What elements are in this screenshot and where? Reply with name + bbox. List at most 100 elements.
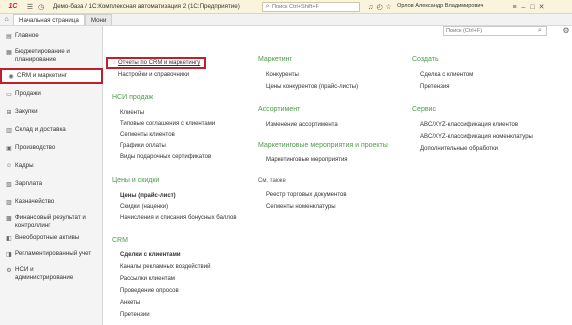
sidebar-item-salary[interactable]: ▧ Зарплата	[0, 180, 103, 188]
home-icon[interactable]: ⌂	[2, 15, 11, 24]
link-mailings[interactable]: Рассылки клиентам	[120, 276, 175, 282]
link-payment-schedules[interactable]: Графики оплаты	[120, 143, 166, 149]
gear-icon[interactable]: ⚙	[561, 26, 571, 36]
link-marketing-events[interactable]: Маркетинговые мероприятия	[266, 157, 348, 163]
sidebar-item-sales[interactable]: ▭ Продажи	[0, 90, 103, 98]
link-create-deal[interactable]: Сделка с клиентом	[420, 72, 473, 78]
sidebar-item-treasury[interactable]: ▨ Казначейство	[0, 198, 103, 206]
section-title-service: Сервис	[412, 106, 436, 113]
sidebar-item-purchases[interactable]: ⊞ Закупки	[0, 108, 103, 116]
sidebar-item-accounting[interactable]: ◨ Регламентированный учет	[0, 250, 103, 258]
sidebar-item-label: Склад и доставка	[15, 126, 66, 133]
sidebar-item-budget[interactable]: ▦ Бюджетирование и планирование	[0, 48, 103, 63]
sales-icon: ▭	[6, 91, 12, 98]
sidebar-item-label: Кадры	[15, 162, 34, 169]
sidebar-item-label: Бюджетирование и планирование	[15, 48, 70, 63]
app-title: Демо-база / 1С:Комплексная автоматизация…	[53, 3, 240, 10]
title-bar: 1С ☰ ◷ Демо-база / 1С:Комплексная автома…	[0, 0, 572, 14]
maximize-icon[interactable]: □	[528, 3, 537, 12]
home-icon: ▤	[6, 33, 12, 40]
link-price-list[interactable]: Цены (прайс-лист)	[120, 193, 176, 199]
link-bonus-points[interactable]: Начисления и списания бонусных баллов	[120, 215, 237, 221]
main-content: ⌕ ⚙ ☆ Отчеты по CRM и маркетингу Настрой…	[104, 26, 572, 325]
section-title-crm: CRM	[112, 237, 128, 244]
settings-icon: ⚙	[6, 267, 12, 274]
search-icon: ⌕	[265, 3, 270, 10]
global-search[interactable]: ⌕	[262, 2, 360, 12]
cart-icon: ⊞	[6, 109, 12, 116]
link-surveys[interactable]: Проведение опросов	[120, 288, 179, 294]
crm-icon: ◉	[8, 73, 14, 80]
star-icon[interactable]: ☆	[112, 60, 116, 66]
close-icon[interactable]: ✕	[537, 3, 546, 12]
link-crm-reports[interactable]: Отчеты по CRM и маркетингу	[118, 60, 200, 66]
section-search-input[interactable]	[444, 28, 534, 34]
link-assortment-change[interactable]: Изменение ассортимента	[266, 122, 338, 128]
section-title-prices: Цены и скидки	[112, 177, 160, 184]
section-title-assortment: Ассортимент	[258, 106, 301, 113]
sidebar-item-label: Регламентированный учет	[15, 250, 92, 257]
sidebar-item-label: Закупки	[15, 108, 38, 115]
star-icon[interactable]: ☆	[384, 3, 393, 12]
people-icon: ☺	[5, 162, 13, 169]
link-abc-clients[interactable]: ABC/XYZ-классификация клиентов	[420, 122, 518, 128]
tab-home[interactable]: Начальная страница	[13, 14, 85, 25]
accounting-icon: ◨	[6, 251, 12, 258]
sidebar-item-label: Зарплата	[15, 180, 43, 187]
link-abc-nomenclature[interactable]: ABC/XYZ-классификация номенклатуры	[420, 134, 533, 140]
tab-monitor[interactable]: Мони	[84, 14, 113, 25]
sidebar-item-warehouse[interactable]: ▥ Склад и доставка	[0, 126, 103, 134]
link-segments[interactable]: Сегменты клиентов	[120, 132, 175, 138]
link-settings[interactable]: Настройки и справочники	[118, 72, 189, 78]
sidebar-item-label: Казначейство	[15, 198, 55, 205]
link-trade-docs-registry[interactable]: Реестр торговых документов	[266, 192, 347, 198]
user-name[interactable]: Орлов Александр Владимирович	[397, 3, 483, 9]
treasury-icon: ▨	[6, 199, 12, 206]
link-competitors[interactable]: Конкуренты	[266, 72, 299, 78]
section-title-events: Маркетинговые мероприятия и проекты	[258, 142, 388, 149]
link-ad-channels[interactable]: Каналы рекламных воздействий	[120, 264, 210, 270]
minimize-icon[interactable]: –	[519, 3, 528, 12]
link-gift-certificates[interactable]: Виды подарочных сертификатов	[120, 154, 211, 160]
warehouse-icon: ▥	[6, 127, 12, 134]
sidebar-item-label: Внеоборотные активы	[15, 234, 80, 241]
link-competitor-prices[interactable]: Цены конкурентов (прайс-листы)	[266, 84, 358, 90]
sidebar-item-hr[interactable]: ☺ Кадры	[0, 162, 103, 170]
link-create-claim[interactable]: Претензия	[420, 84, 449, 90]
link-discounts[interactable]: Скидки (наценки)	[120, 204, 168, 210]
sidebar-item-label: Финансовый результат и контроллинг	[15, 214, 86, 229]
see-also-label: См. также	[258, 178, 286, 184]
sidebar-item-finance[interactable]: ▩ Финансовый результат и контроллинг	[0, 214, 103, 229]
sidebar-item-label: Главное	[15, 32, 39, 39]
link-deals[interactable]: Сделки с клиентами	[120, 252, 181, 258]
link-nomenclature-segments[interactable]: Сегменты номенклатуры	[266, 204, 336, 210]
app-logo[interactable]: 1С	[3, 2, 23, 12]
link-claims[interactable]: Претензии	[120, 312, 150, 318]
link-additional-processing[interactable]: Дополнительные обработки	[420, 146, 498, 152]
section-title-create: Создать	[412, 56, 439, 63]
section-title-nsi: НСИ продаж	[112, 94, 154, 101]
sidebar-item-admin[interactable]: ⚙ НСИ и администрирование	[0, 266, 103, 281]
global-search-input[interactable]	[272, 4, 356, 10]
sidebar-item-production[interactable]: ▣ Производство	[0, 144, 103, 152]
link-questionnaires[interactable]: Анкеты	[120, 300, 140, 306]
history-list-icon[interactable]: ◴	[375, 3, 384, 12]
tab-bar: ⌂ Начальная страница Мони	[0, 14, 572, 26]
sidebar: ▤ Главное ▦ Бюджетирование и планировани…	[0, 26, 103, 325]
link-agreements[interactable]: Типовые соглашения с клиентами	[120, 121, 215, 127]
sidebar-item-main[interactable]: ▤ Главное	[0, 32, 103, 40]
search-icon[interactable]: ⌕	[534, 27, 546, 35]
history-icon[interactable]: ◷	[37, 3, 45, 11]
link-clients[interactable]: Клиенты	[120, 110, 144, 116]
menu-icon[interactable]: ☰	[26, 3, 34, 11]
section-search[interactable]: ⌕	[443, 26, 547, 36]
sidebar-item-crm[interactable]: ◉ CRM и маркетинг	[0, 68, 103, 84]
bell-icon[interactable]: ♫	[366, 3, 375, 12]
sidebar-item-assets[interactable]: ◧ Внеоборотные активы	[0, 234, 103, 242]
options-icon[interactable]: ≡	[510, 3, 519, 12]
sidebar-item-label: Производство	[15, 144, 56, 151]
sidebar-item-label: Продажи	[15, 90, 41, 97]
sidebar-item-label: НСИ и администрирование	[15, 266, 74, 281]
chart-icon: ▩	[6, 215, 12, 222]
salary-icon: ▧	[6, 181, 12, 188]
